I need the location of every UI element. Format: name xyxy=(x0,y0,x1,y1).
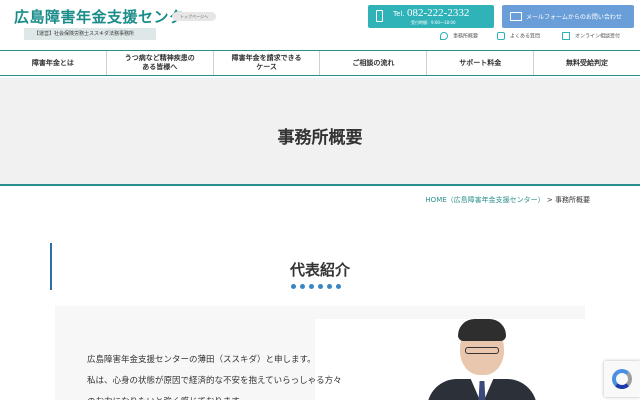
dot xyxy=(291,284,296,289)
global-nav: 障害年金とは うつ病など精神疾患の ある皆様へ 障害年金を請求できる ケース ご… xyxy=(0,50,640,76)
phone-button[interactable]: Tel. 082-222-2332 受付時間：9:00～18:00 xyxy=(368,5,494,28)
dot xyxy=(309,284,314,289)
recaptcha-icon xyxy=(612,369,632,389)
util-link-online[interactable]: オンライン相談受付 xyxy=(562,32,620,40)
tel-prefix: Tel. xyxy=(393,10,405,18)
laptop-icon xyxy=(562,32,570,40)
tel-number: 082-222-2332 xyxy=(407,7,470,19)
photo-glasses xyxy=(465,347,499,354)
nav-item-free-check[interactable]: 無料受給判定 xyxy=(534,51,640,75)
intro-line: 広島障害年金支援センターの薄田（ススキダ）と申します。 xyxy=(87,355,316,365)
mail-icon xyxy=(510,12,522,21)
breadcrumb: HOME（広島障害年金支援センター） > 事務所概要 xyxy=(425,195,590,205)
dot xyxy=(327,284,332,289)
tel-hours: 受付時間：9:00～18:00 xyxy=(411,20,456,25)
representative-intro: 広島障害年金支援センターの薄田（ススキダ）と申します。 私は、心身の状態が原因で… xyxy=(55,306,585,400)
util-link-faq[interactable]: よくある質問 xyxy=(497,32,540,40)
breadcrumb-home[interactable]: HOME（広島障害年金支援センター） xyxy=(425,196,544,204)
nav-item-cases[interactable]: 障害年金を請求できる ケース xyxy=(214,51,321,75)
breadcrumb-current: 事務所概要 xyxy=(555,196,590,204)
mail-form-button[interactable]: メールフォームからのお問い合わせ xyxy=(502,5,634,28)
operator-tag: 【運営】社会保険労務士ススキダ法務事務所 xyxy=(24,28,156,40)
util-link-office[interactable]: 事務所概要 xyxy=(440,32,478,40)
section-dots xyxy=(291,284,341,289)
photo-hair xyxy=(458,319,506,341)
site-header: 広島障害年金支援センター トップページへ 【運営】社会保険労務士ススキダ法務事務… xyxy=(0,0,640,48)
mail-form-label: メールフォームからのお問い合わせ xyxy=(526,14,622,21)
top-page-link[interactable]: トップページへ xyxy=(172,12,216,21)
map-pin-icon xyxy=(440,32,448,40)
intro-line: のお力になりたいと強く感じております。 xyxy=(87,392,342,400)
chat-icon xyxy=(497,32,505,40)
recaptcha-badge[interactable] xyxy=(604,361,640,397)
intro-text: 広島障害年金支援センターの薄田（ススキダ）と申します。 私は、心身の状態が原因で… xyxy=(87,350,342,400)
section-title: 代表紹介 xyxy=(289,261,350,279)
breadcrumb-separator: > xyxy=(544,196,555,204)
nav-item-about[interactable]: 障害年金とは xyxy=(0,51,107,75)
representative-photo xyxy=(315,319,585,400)
page-title: 事務所概要 xyxy=(277,128,363,148)
dot xyxy=(300,284,305,289)
phone-icon xyxy=(376,10,383,22)
intro-line: 私は、心身の状態が原因で経済的な不安を抱えていらっしゃる方々 xyxy=(87,376,342,386)
nav-item-mental[interactable]: うつ病など精神疾患の ある皆様へ xyxy=(107,51,214,75)
dot xyxy=(318,284,323,289)
page-hero: 事務所概要 xyxy=(0,78,640,186)
nav-item-fees[interactable]: サポート料金 xyxy=(427,51,535,75)
nav-item-flow[interactable]: ご相談の流れ xyxy=(320,51,428,75)
dot xyxy=(336,284,341,289)
